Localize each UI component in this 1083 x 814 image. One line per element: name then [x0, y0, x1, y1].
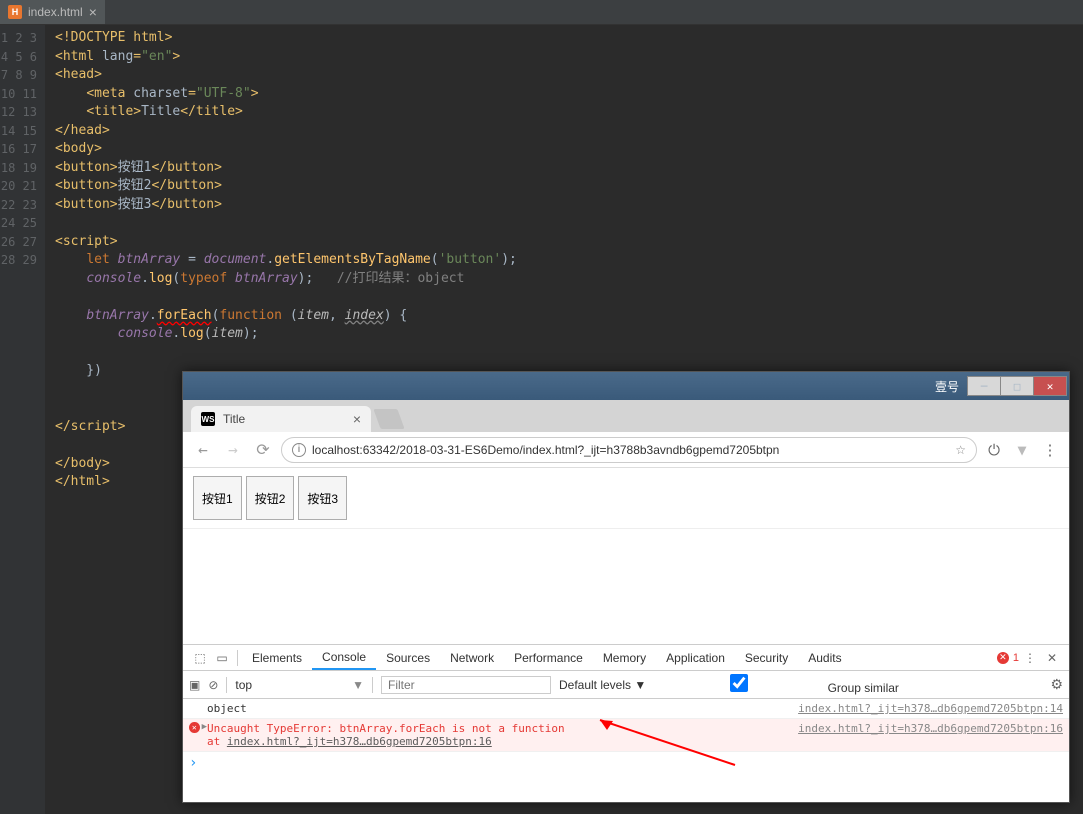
devtools-tab-application[interactable]: Application — [656, 645, 735, 670]
console-error-text: Uncaught TypeError: btnArray.forEach is … — [207, 722, 565, 735]
back-button[interactable]: ← — [191, 438, 215, 462]
url-text: localhost:63342/2018-03-31-ES6Demo/index… — [312, 443, 779, 457]
console-sidebar-toggle-icon[interactable]: ▣ — [189, 678, 200, 692]
reload-button[interactable]: ⟳ — [251, 438, 275, 462]
context-selector[interactable]: top ▼ — [235, 678, 364, 692]
page-viewport: 按钮1 按钮2 按钮3 — [183, 468, 1069, 528]
devtools-tabs: ⬚ ▭ Elements Console Sources Network Per… — [183, 645, 1069, 671]
devtools-tab-memory[interactable]: Memory — [593, 645, 656, 670]
power-icon[interactable]: ⏻ — [983, 441, 1005, 459]
forward-button[interactable]: → — [221, 438, 245, 462]
devtools-tab-network[interactable]: Network — [440, 645, 504, 670]
download-icon[interactable]: ▼ — [1011, 441, 1033, 459]
console-error-row[interactable]: ✕ ▶ Uncaught TypeError: btnArray.forEach… — [183, 719, 1069, 752]
devtools-tab-elements[interactable]: Elements — [242, 645, 312, 670]
editor-tab[interactable]: H index.html × — [0, 0, 105, 24]
clear-console-icon[interactable]: ⊘ — [208, 678, 218, 692]
devtools-tab-security[interactable]: Security — [735, 645, 798, 670]
console-log-row[interactable]: object index.html?_ijt=h378…db6gpemd7205… — [183, 699, 1069, 719]
html-file-icon: H — [8, 5, 22, 19]
window-titlebar[interactable]: 壹号 ─ □ ✕ — [183, 372, 1069, 400]
inspect-element-icon[interactable]: ⬚ — [189, 651, 211, 665]
console-log-source-link[interactable]: index.html?_ijt=h378…db6gpemd7205btpn:16 — [798, 722, 1063, 735]
window-close-button[interactable]: ✕ — [1033, 376, 1067, 396]
menu-icon[interactable]: ⋮ — [1039, 441, 1061, 459]
error-counter[interactable]: ✕ 1 — [997, 652, 1019, 664]
star-icon[interactable]: ☆ — [955, 443, 966, 457]
devtools-panel: ⬚ ▭ Elements Console Sources Network Per… — [183, 644, 1069, 774]
console-filter-input[interactable] — [381, 676, 551, 694]
browser-tab[interactable]: WS Title × — [191, 406, 371, 432]
console-settings-icon[interactable]: ⚙ — [1050, 676, 1063, 693]
webstorm-favicon-icon: WS — [201, 412, 215, 426]
address-bar[interactable]: i localhost:63342/2018-03-31-ES6Demo/ind… — [281, 437, 977, 463]
page-button-2[interactable]: 按钮2 — [246, 476, 295, 520]
editor-tab-bar: H index.html × — [0, 0, 1083, 25]
maximize-button[interactable]: □ — [1000, 376, 1034, 396]
site-info-icon[interactable]: i — [292, 443, 306, 457]
console-prompt[interactable]: › — [183, 752, 1069, 774]
console-log-text: object — [207, 702, 247, 715]
new-tab-button[interactable] — [373, 409, 404, 429]
devtools-tab-sources[interactable]: Sources — [376, 645, 440, 670]
console-log-source-link[interactable]: index.html?_ijt=h378…db6gpemd7205btpn:14 — [798, 702, 1063, 715]
devtools-tab-performance[interactable]: Performance — [504, 645, 593, 670]
console-filter-bar: ▣ ⊘ top ▼ Default levels ▼ Group similar… — [183, 671, 1069, 699]
address-bar-row: ← → ⟳ i localhost:63342/2018-03-31-ES6De… — [183, 432, 1069, 468]
error-badge-icon: ✕ — [997, 652, 1009, 664]
page-button-1[interactable]: 按钮1 — [193, 476, 242, 520]
browser-tab-strip: WS Title × — [183, 400, 1069, 432]
group-similar-toggle[interactable]: Group similar — [654, 674, 899, 695]
page-button-3[interactable]: 按钮3 — [298, 476, 347, 520]
browser-window: 壹号 ─ □ ✕ WS Title × ← → ⟳ i localhost:63… — [182, 371, 1070, 803]
devtools-tab-audits[interactable]: Audits — [798, 645, 851, 670]
error-icon: ✕ — [189, 722, 200, 733]
page-blank-area — [183, 528, 1069, 644]
devtools-tab-console[interactable]: Console — [312, 645, 376, 670]
close-tab-icon[interactable]: × — [353, 411, 361, 427]
browser-tab-title: Title — [223, 412, 245, 426]
close-tab-icon[interactable]: × — [89, 4, 97, 20]
console-output: object index.html?_ijt=h378…db6gpemd7205… — [183, 699, 1069, 774]
log-levels-selector[interactable]: Default levels ▼ — [559, 678, 646, 692]
devtools-menu-icon[interactable]: ⋮ — [1019, 651, 1041, 665]
device-toolbar-icon[interactable]: ▭ — [211, 651, 233, 665]
devtools-close-icon[interactable]: ✕ — [1041, 651, 1063, 665]
line-number-gutter: 1 2 3 4 5 6 7 8 9 10 11 12 13 14 15 16 1… — [0, 25, 45, 814]
stack-trace-link[interactable]: index.html?_ijt=h378…db6gpemd7205btpn:16 — [227, 735, 492, 748]
minimize-button[interactable]: ─ — [967, 376, 1001, 396]
editor-tab-filename: index.html — [28, 5, 83, 19]
window-title: 壹号 — [935, 378, 959, 395]
